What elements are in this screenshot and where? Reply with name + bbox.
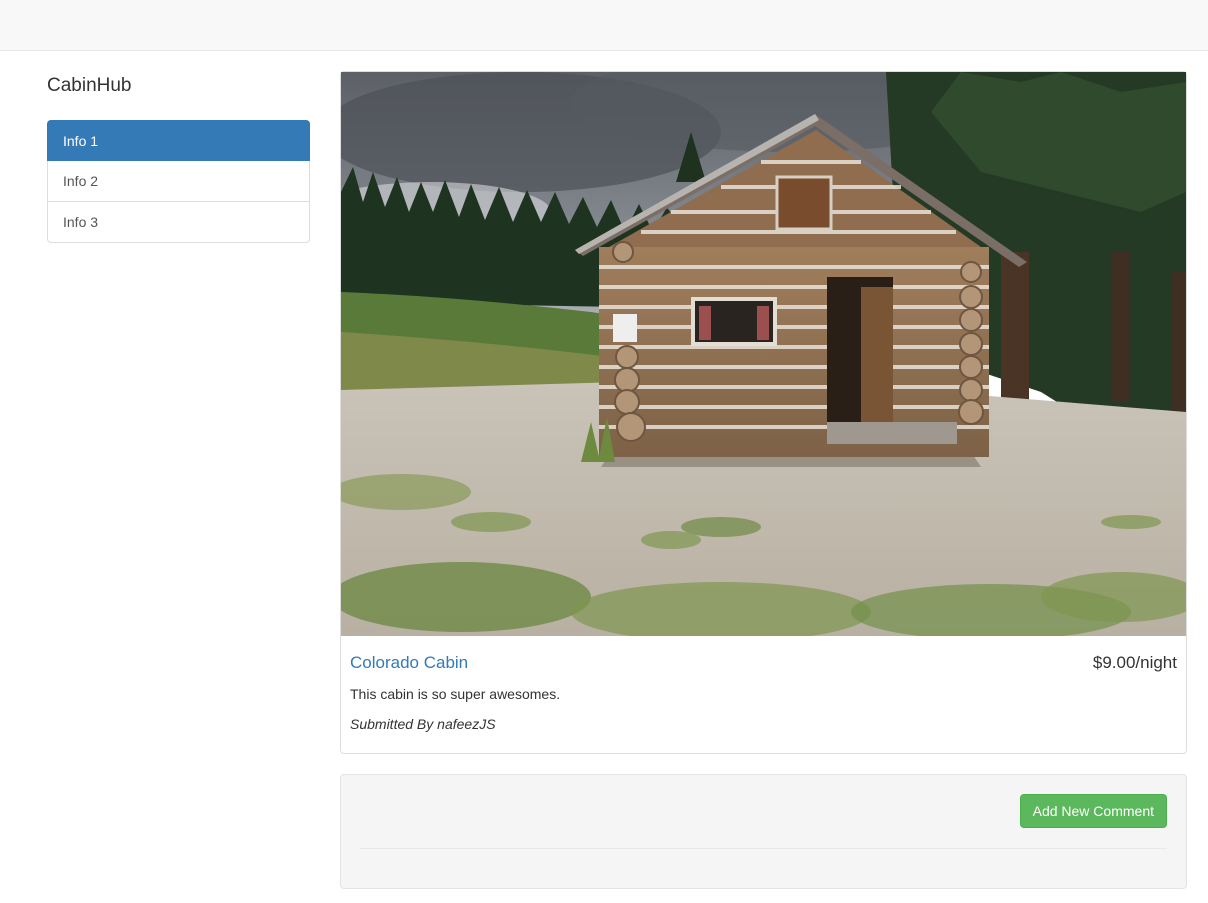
comments-section: Add New Comment	[340, 774, 1187, 889]
cabin-price: $9.00/night	[1092, 653, 1177, 672]
cabin-description: This cabin is so super awesomes.	[350, 686, 561, 702]
info-list: Info 1 Info 2 Info 3	[47, 120, 310, 243]
cabin-title-link[interactable]: Colorado Cabin	[350, 653, 468, 673]
sidebar: CabinHub Info 1 Info 2 Info 3	[47, 74, 310, 243]
sidebar-item-info-2[interactable]: Info 2	[47, 161, 310, 202]
submitted-by-label: Submitted By	[350, 716, 434, 732]
brand-title: CabinHub	[47, 75, 132, 96]
comments-divider	[360, 848, 1167, 849]
add-comment-button[interactable]: Add New Comment	[1019, 794, 1167, 828]
cabin-card: Colorado Cabin $9.00/night This cabin is…	[340, 71, 1187, 754]
top-navbar	[0, 0, 1208, 51]
submitted-by: Submitted By nafeezJS	[350, 716, 496, 732]
sidebar-item-info-3[interactable]: Info 3	[47, 202, 310, 243]
cabin-photo	[341, 72, 1186, 636]
sidebar-item-info-1[interactable]: Info 1	[47, 120, 310, 161]
author-name: nafeezJS	[437, 716, 496, 732]
